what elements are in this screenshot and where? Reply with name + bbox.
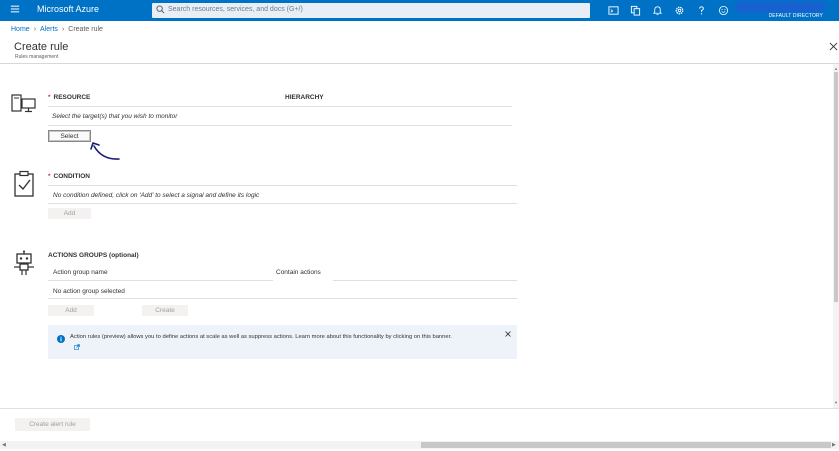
- resource-header-line: [48, 106, 512, 107]
- menu-icon[interactable]: [8, 3, 22, 17]
- help-icon[interactable]: [690, 3, 712, 18]
- column-header-action-group-name: Action group name: [53, 269, 108, 276]
- condition-header-line: [48, 185, 517, 186]
- horizontal-scrollbar[interactable]: ◀ ▶: [0, 441, 839, 449]
- actions-header-line-left: [48, 280, 273, 281]
- breadcrumb-current: Create rule: [68, 26, 103, 33]
- external-link-icon[interactable]: [74, 344, 80, 350]
- breadcrumb: Home › Alerts › Create rule: [11, 26, 103, 33]
- actions-row-line: [48, 298, 517, 299]
- search-box[interactable]: Search resources, services, and docs (G+…: [152, 3, 590, 18]
- condition-label: * CONDITION: [48, 173, 91, 180]
- directory-filter-icon[interactable]: [624, 3, 646, 18]
- info-banner-text: Action rules (preview) allows you to def…: [70, 334, 452, 340]
- actions-header-line-right: [333, 280, 517, 281]
- create-action-group-button[interactable]: Create: [142, 305, 188, 316]
- header-divider: [0, 63, 839, 64]
- scroll-left-icon[interactable]: ◀: [2, 442, 6, 448]
- action-rules-info-banner[interactable]: Action rules (preview) allows you to def…: [48, 325, 517, 359]
- account-name-redacted: [735, 2, 825, 12]
- condition-row-line: [48, 203, 517, 204]
- footer-divider: [0, 408, 839, 409]
- notifications-icon[interactable]: [646, 3, 668, 18]
- settings-icon[interactable]: [668, 3, 690, 18]
- annotation-arrow-icon: [90, 142, 120, 160]
- resource-placeholder: Select the target(s) that you wish to mo…: [52, 113, 178, 120]
- add-condition-button[interactable]: Add: [48, 208, 91, 219]
- vertical-scroll-thumb[interactable]: [834, 72, 838, 302]
- search-icon: [156, 5, 165, 14]
- chevron-right-icon: ›: [61, 26, 65, 33]
- add-action-group-button[interactable]: Add: [48, 305, 94, 316]
- resource-label: * RESOURCE: [48, 94, 91, 101]
- select-resource-button[interactable]: Select: [48, 130, 91, 142]
- toolbar-icons: [602, 3, 734, 18]
- close-icon[interactable]: [829, 42, 838, 51]
- scroll-down-icon[interactable]: ▼: [834, 400, 838, 405]
- info-icon: [57, 335, 65, 343]
- vertical-scrollbar[interactable]: ▲ ▼: [833, 64, 839, 409]
- account-menu[interactable]: DEFAULT DIRECTORY: [735, 2, 825, 19]
- scroll-up-icon[interactable]: ▲: [834, 66, 838, 71]
- column-header-contain-actions: Contain actions: [276, 269, 321, 276]
- condition-checklist-icon: [13, 170, 35, 198]
- feedback-icon[interactable]: [712, 3, 734, 18]
- condition-placeholder: No condition defined, click on 'Add' to …: [53, 192, 260, 199]
- no-action-group-text: No action group selected: [53, 288, 125, 295]
- resource-row-line: [48, 125, 512, 126]
- breadcrumb-alerts[interactable]: Alerts: [40, 26, 58, 33]
- actions-groups-label: ACTIONS GROUPS (optional): [48, 252, 139, 259]
- scroll-right-icon[interactable]: ▶: [832, 442, 836, 448]
- brand-title[interactable]: Microsoft Azure: [37, 4, 99, 14]
- breadcrumb-home[interactable]: Home: [11, 26, 30, 33]
- top-bar: Microsoft Azure Search resources, servic…: [0, 0, 839, 21]
- create-alert-rule-button[interactable]: Create alert rule: [15, 418, 90, 431]
- dismiss-banner-icon[interactable]: [505, 331, 511, 337]
- chevron-right-icon: ›: [33, 26, 37, 33]
- directory-label: DEFAULT DIRECTORY: [768, 13, 823, 19]
- horizontal-scroll-thumb[interactable]: [421, 442, 831, 448]
- hierarchy-label: HIERARCHY: [285, 94, 324, 101]
- search-input[interactable]: Search resources, services, and docs (G+…: [168, 6, 303, 13]
- action-group-robot-icon: [12, 250, 36, 276]
- resource-icon: [11, 92, 37, 114]
- cloud-shell-icon[interactable]: [602, 3, 624, 18]
- page-title: Create rule: [14, 41, 69, 53]
- page-subtitle: Rules management: [15, 54, 59, 60]
